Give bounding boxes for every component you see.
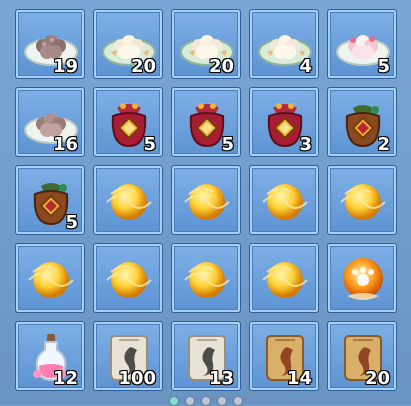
golden-orb-icon — [184, 184, 230, 220]
golden-orb-icon — [262, 184, 308, 220]
inventory-slot[interactable] — [327, 165, 397, 235]
paw-orb-icon — [343, 258, 383, 300]
item-count: 19 — [52, 56, 78, 77]
item-count: 12 — [52, 368, 78, 389]
inventory-slot[interactable] — [93, 165, 163, 235]
inventory-slot[interactable]: 5 — [327, 9, 397, 79]
item-count: 13 — [208, 368, 234, 389]
inventory-slot[interactable] — [249, 243, 319, 313]
item-count: 5 — [377, 56, 390, 77]
item-count: 20 — [364, 368, 390, 389]
page-dot[interactable] — [232, 396, 243, 406]
inventory-slot[interactable]: 20 — [171, 9, 241, 79]
inventory-slot[interactable]: 20 — [93, 9, 163, 79]
inventory-slot[interactable]: 19 — [15, 9, 85, 79]
inventory-slot[interactable]: 5 — [15, 165, 85, 235]
page-dot[interactable] — [184, 396, 195, 406]
inventory-slot[interactable] — [249, 165, 319, 235]
inventory-slot[interactable] — [171, 243, 241, 313]
item-count: 5 — [65, 212, 78, 233]
item-count: 4 — [299, 56, 312, 77]
page-dot-active[interactable] — [168, 396, 179, 406]
inventory-slot[interactable]: 2 — [327, 87, 397, 157]
inventory-slot[interactable]: 12 — [15, 321, 85, 391]
inventory-slot[interactable] — [15, 243, 85, 313]
golden-orb-icon — [106, 262, 152, 298]
golden-orb-icon — [262, 262, 308, 298]
item-count: 5 — [221, 134, 234, 155]
inventory-slot[interactable] — [327, 243, 397, 313]
page-dot[interactable] — [216, 396, 227, 406]
inventory-slot[interactable] — [171, 165, 241, 235]
page-indicator — [0, 396, 411, 406]
item-count: 3 — [299, 134, 312, 155]
inventory-slot[interactable] — [93, 243, 163, 313]
item-count: 14 — [286, 368, 312, 389]
item-count: 20 — [208, 56, 234, 77]
golden-orb-icon — [184, 262, 230, 298]
item-count: 16 — [52, 134, 78, 155]
page-dot[interactable] — [200, 396, 211, 406]
inventory-slot[interactable]: 16 — [15, 87, 85, 157]
golden-orb-icon — [340, 184, 386, 220]
inventory-slot[interactable]: 13 — [171, 321, 241, 391]
item-count: 2 — [377, 134, 390, 155]
item-count: 100 — [118, 368, 156, 389]
golden-orb-icon — [28, 262, 74, 298]
inventory-slot[interactable]: 5 — [171, 87, 241, 157]
item-count: 5 — [143, 134, 156, 155]
item-count: 20 — [130, 56, 156, 77]
inventory-panel: 19 20 20 4 5 16 5 5 3 2 5 12 100 13 14 2… — [0, 0, 411, 406]
inventory-slot[interactable]: 20 — [327, 321, 397, 391]
inventory-slot[interactable]: 14 — [249, 321, 319, 391]
inventory-slot[interactable]: 5 — [93, 87, 163, 157]
golden-orb-icon — [106, 184, 152, 220]
inventory-slot[interactable]: 100 — [93, 321, 163, 391]
inventory-slot[interactable]: 4 — [249, 9, 319, 79]
inventory-slot[interactable]: 3 — [249, 87, 319, 157]
